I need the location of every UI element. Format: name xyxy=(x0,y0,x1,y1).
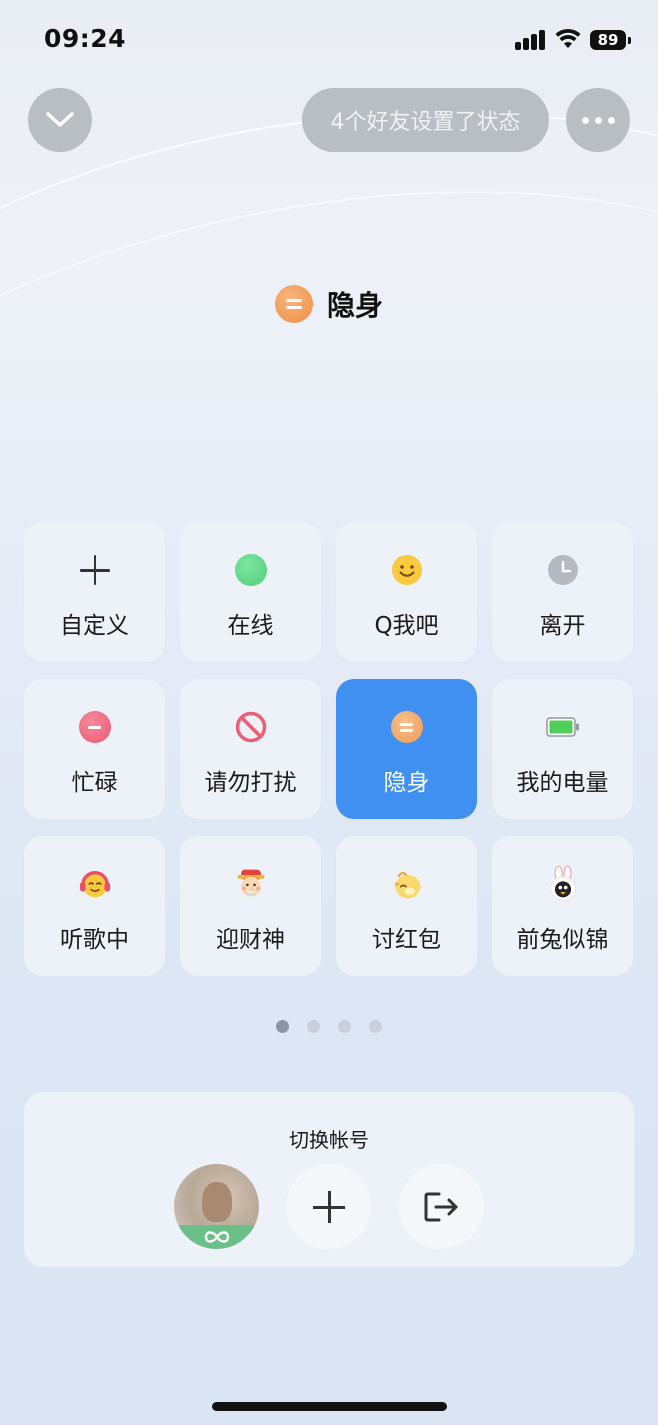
status-option-god-of-wealth[interactable]: 迎财神 xyxy=(180,836,321,976)
current-status-label: 隐身 xyxy=(326,289,383,322)
status-option-do-not-disturb[interactable]: 请勿打扰 xyxy=(180,679,321,819)
cellular-signal-icon xyxy=(515,30,547,50)
status-option-red-packet[interactable]: 讨红包 xyxy=(336,836,477,976)
plus-icon xyxy=(78,553,112,587)
status-option-label: Q我吧 xyxy=(374,613,439,639)
clock-icon xyxy=(546,553,580,587)
battery-icon xyxy=(545,710,580,744)
chick-icon xyxy=(390,867,424,901)
status-option-custom[interactable]: 自定义 xyxy=(24,522,165,662)
page-indicator xyxy=(0,1020,658,1033)
home-indicator[interactable] xyxy=(212,1402,447,1411)
add-account-button[interactable] xyxy=(286,1164,371,1249)
status-option-label: 迎财神 xyxy=(216,927,285,953)
wifi-icon xyxy=(555,28,581,48)
battery-indicator: 89 xyxy=(590,30,631,50)
page-dot-1[interactable] xyxy=(276,1020,289,1033)
logout-icon xyxy=(424,1192,457,1221)
status-option-battery[interactable]: 我的电量 xyxy=(492,679,633,819)
clock: 09:24 xyxy=(44,24,127,53)
current-status: 隐身 xyxy=(0,282,658,326)
page-dot-3[interactable] xyxy=(338,1020,351,1033)
status-option-label: 离开 xyxy=(539,613,586,639)
smiley-face-icon xyxy=(390,553,424,587)
status-option-rabbit-year[interactable]: 前兔似锦 xyxy=(492,836,633,976)
do-not-disturb-icon xyxy=(234,710,268,744)
infinity-icon xyxy=(174,1225,259,1249)
status-option-label: 听歌中 xyxy=(60,927,129,953)
account-switcher-title: 切换帐号 xyxy=(289,1128,369,1152)
status-option-label: 自定义 xyxy=(60,613,129,639)
status-option-label: 请勿打扰 xyxy=(204,770,297,796)
status-option-q-me[interactable]: Q我吧 xyxy=(336,522,477,662)
collapse-button[interactable] xyxy=(28,88,92,152)
status-option-busy[interactable]: 忙碌 xyxy=(24,679,165,819)
status-option-listening[interactable]: 听歌中 xyxy=(24,836,165,976)
god-of-wealth-icon xyxy=(234,867,268,901)
ellipsis-icon xyxy=(581,116,615,124)
status-option-invisible[interactable]: 隐身 xyxy=(336,679,477,819)
chevron-down-icon xyxy=(46,112,74,127)
status-option-label: 忙碌 xyxy=(71,770,118,796)
friends-status-button[interactable]: 4个好友设置了状态 xyxy=(302,88,549,152)
status-option-away[interactable]: 离开 xyxy=(492,522,633,662)
busy-minus-icon xyxy=(78,710,112,744)
status-option-label: 在线 xyxy=(227,613,274,639)
invisible-icon xyxy=(390,710,424,744)
status-option-label: 前兔似锦 xyxy=(516,927,609,953)
account-avatar[interactable] xyxy=(174,1164,259,1249)
status-bar: 09:24 89 xyxy=(0,0,658,80)
rabbit-penguin-icon xyxy=(546,865,580,901)
status-option-label: 我的电量 xyxy=(516,770,609,796)
logout-button[interactable] xyxy=(399,1164,484,1249)
page-dot-4[interactable] xyxy=(369,1020,382,1033)
status-option-label: 讨红包 xyxy=(372,927,441,953)
invisible-orb-icon xyxy=(274,285,313,323)
plus-icon xyxy=(312,1190,345,1223)
more-options-button[interactable] xyxy=(566,88,630,152)
headphones-face-icon xyxy=(78,867,112,901)
account-switcher-panel: 切换帐号 xyxy=(24,1092,634,1267)
status-option-online[interactable]: 在线 xyxy=(180,522,321,662)
deer-photo xyxy=(202,1182,232,1222)
status-option-label: 隐身 xyxy=(383,770,430,796)
online-green-dot-icon xyxy=(234,553,268,587)
page-dot-2[interactable] xyxy=(307,1020,320,1033)
